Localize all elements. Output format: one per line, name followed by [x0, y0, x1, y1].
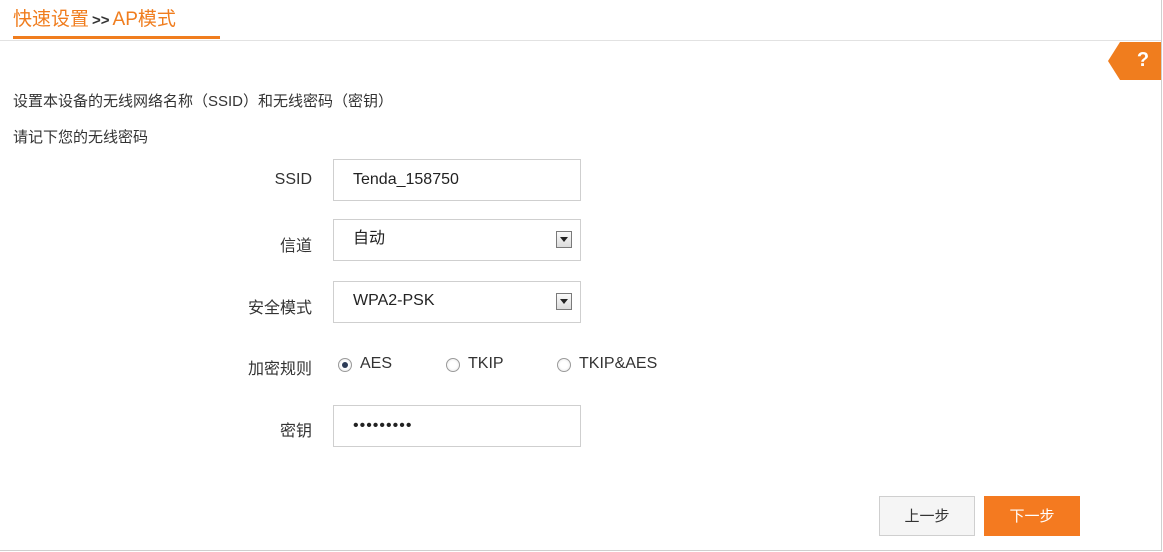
ssid-label: SSID — [274, 171, 312, 188]
breadcrumb: 快速设置 >> AP模式 — [13, 6, 176, 36]
page-frame — [0, 0, 1162, 551]
encryption-label: 加密规则 — [247, 361, 312, 378]
radio-checked-icon[interactable] — [338, 358, 352, 372]
key-label: 密钥 — [279, 423, 312, 440]
radio-tkip-aes-label: TKIP&AES — [579, 355, 658, 372]
radio-aes-label: AES — [360, 355, 393, 372]
channel-label: 信道 — [279, 238, 312, 255]
help-label: ? — [1136, 49, 1150, 71]
breadcrumb-ap-mode: AP模式 — [112, 9, 176, 30]
breadcrumb-separator: >> — [92, 12, 110, 29]
radio-unchecked-icon[interactable] — [557, 358, 571, 372]
help-button[interactable]: ? — [1108, 42, 1161, 80]
security-mode-select[interactable]: WPA2-PSK — [333, 281, 581, 323]
dropdown-arrow-icon[interactable] — [556, 231, 572, 248]
breadcrumb-underline — [13, 36, 220, 39]
key-password-input[interactable]: ••••••••• — [333, 405, 581, 447]
channel-value: 自动 — [353, 230, 386, 247]
intro-note: 请记下您的无线密码 — [13, 129, 149, 146]
radio-unchecked-icon[interactable] — [446, 358, 460, 372]
next-step-button[interactable]: 下一步 — [984, 496, 1080, 536]
radio-tkip-label: TKIP — [468, 355, 504, 372]
security-mode-label: 安全模式 — [247, 300, 312, 317]
intro-text: 设置本设备的无线网络名称（SSID）和无线密码（密钥） — [13, 93, 394, 110]
dropdown-arrow-icon[interactable] — [556, 293, 572, 310]
channel-select[interactable]: 自动 — [333, 219, 581, 261]
ssid-input[interactable]: Tenda_158750 — [333, 159, 581, 201]
breadcrumb-quick-setup[interactable]: 快速设置 — [13, 9, 89, 30]
security-mode-value: WPA2-PSK — [353, 292, 435, 309]
previous-step-button[interactable]: 上一步 — [879, 496, 975, 536]
header: 快速设置 >> AP模式 — [0, 0, 1161, 41]
